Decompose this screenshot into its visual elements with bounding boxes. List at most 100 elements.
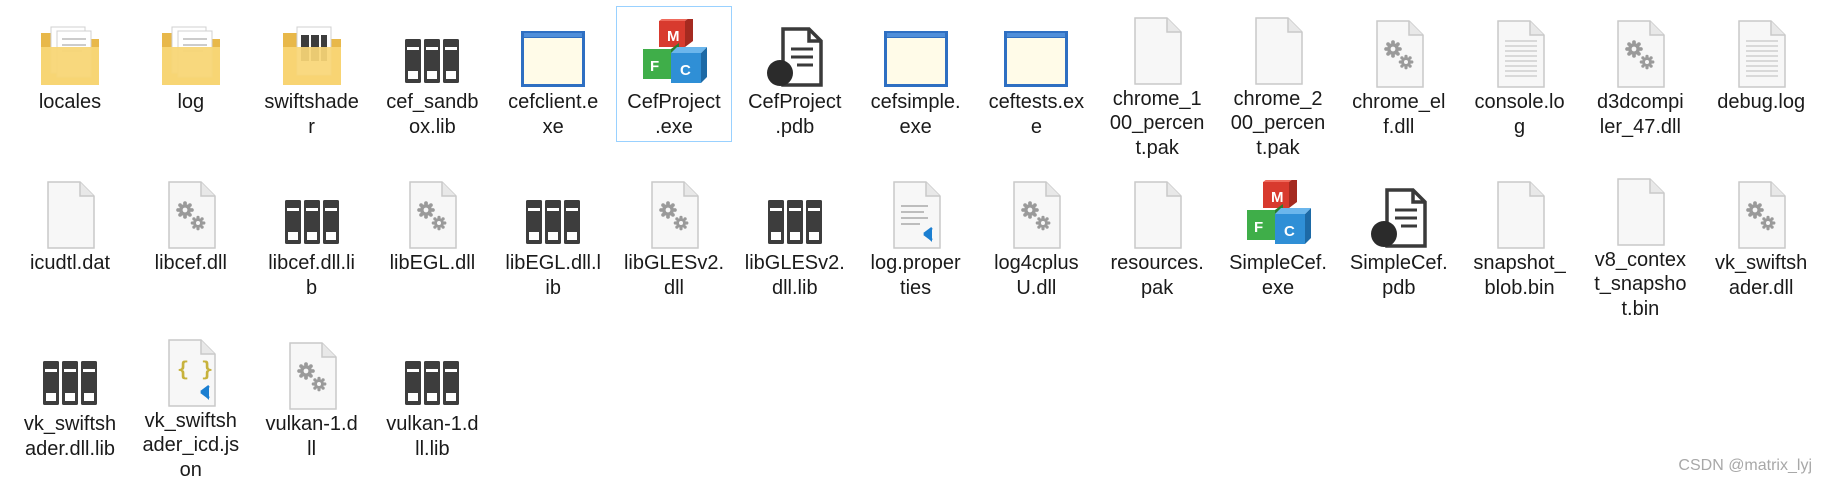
file-item[interactable]: log4cplus U.dll (978, 167, 1094, 322)
file-item[interactable]: swiftshade r (254, 6, 370, 161)
svg-text:C: C (1284, 223, 1295, 240)
file-name: vk_swiftsh ader_icd.js on (142, 409, 240, 481)
file-item[interactable]: vk_swiftsh ader.dll.lib (12, 328, 128, 483)
library-icon (386, 13, 478, 89)
file-item[interactable]: SimpleCef. pdb (1341, 167, 1457, 322)
blank-file-icon (24, 174, 116, 250)
folder-docs-icon (145, 13, 237, 89)
file-name: vulkan-1.d ll.lib (386, 413, 479, 460)
file-name: debug.log (1717, 91, 1806, 113)
file-item[interactable]: CefProject .pdb (737, 6, 853, 161)
file-item[interactable]: MF C CefProject .exe (615, 6, 732, 142)
file-item[interactable]: libcef.dll (133, 167, 249, 322)
library-icon (749, 174, 841, 250)
file-item[interactable]: vk_swiftsh ader.dll (1703, 167, 1819, 322)
blank-file-icon (1111, 13, 1203, 86)
file-item[interactable]: chrome_el f.dll (1341, 6, 1457, 161)
dll-gears-icon (1594, 13, 1686, 89)
file-name: icudtl.dat (29, 252, 111, 274)
file-item[interactable]: snapshot_ blob.bin (1462, 167, 1578, 322)
pdb-icon (1353, 174, 1445, 250)
file-item[interactable]: debug.log (1703, 6, 1819, 161)
pdb-icon (749, 13, 841, 89)
file-item[interactable]: resources. pak (1099, 167, 1215, 322)
blank-file-icon (1111, 174, 1203, 250)
file-item[interactable]: vulkan-1.d ll (254, 328, 370, 483)
file-name: ceftests.ex e (988, 91, 1085, 138)
file-item[interactable]: libGLESv2. dll.lib (737, 167, 853, 322)
file-item[interactable]: cefclient.e xe (495, 6, 611, 161)
file-item[interactable]: cef_sandb ox.lib (374, 6, 490, 161)
blank-file-icon (1594, 174, 1686, 247)
file-name: CefProject .pdb (748, 91, 842, 138)
file-name: log4cplus U.dll (994, 252, 1079, 299)
file-item[interactable]: locales (12, 6, 128, 161)
file-item[interactable]: chrome_2 00_percen t.pak (1220, 6, 1336, 161)
mfc-cubes-icon: MF C (628, 13, 720, 89)
file-name: libcef.dll.li b (268, 252, 355, 299)
window-exe-icon (507, 13, 599, 89)
file-name: cefclient.e xe (508, 91, 599, 138)
file-item[interactable]: console.lo g (1462, 6, 1578, 161)
window-exe-icon (990, 13, 1082, 89)
file-name: resources. pak (1110, 252, 1204, 299)
dll-gears-icon (1353, 13, 1445, 89)
file-name: vk_swiftsh ader.dll.lib (23, 413, 117, 460)
file-item[interactable]: { } vk_swiftsh ader_icd.js on (133, 328, 249, 483)
json-file-icon: { } (145, 335, 237, 408)
svg-text:M: M (1271, 189, 1284, 206)
dll-gears-icon (1715, 174, 1807, 250)
dll-gears-icon (266, 335, 358, 411)
file-item[interactable]: vulkan-1.d ll.lib (374, 328, 490, 483)
folder-library-icon (266, 13, 358, 89)
file-name: snapshot_ blob.bin (1473, 252, 1566, 299)
file-item[interactable]: libcef.dll.li b (254, 167, 370, 322)
file-item[interactable]: chrome_1 00_percen t.pak (1099, 6, 1215, 161)
svg-text:F: F (1254, 219, 1263, 236)
file-name: SimpleCef. exe (1229, 252, 1327, 299)
file-name: log (177, 91, 205, 113)
dll-gears-icon (386, 174, 478, 250)
blank-file-icon (1474, 174, 1566, 250)
file-item[interactable]: MF C SimpleCef. exe (1220, 167, 1336, 322)
mfc-cubes-icon: MF C (1232, 174, 1324, 250)
window-exe-icon (870, 13, 962, 89)
file-item[interactable]: log (133, 6, 249, 161)
library-icon (266, 174, 358, 250)
dll-gears-icon (990, 174, 1082, 250)
file-item[interactable]: ceftests.ex e (978, 6, 1094, 161)
svg-text:C: C (680, 62, 691, 79)
blank-file-icon (1232, 13, 1324, 86)
file-item[interactable]: d3dcompi ler_47.dll (1582, 6, 1698, 161)
dll-gears-icon (628, 174, 720, 250)
file-name: libGLESv2. dll (623, 252, 725, 299)
file-item[interactable]: cefsimple. exe (858, 6, 974, 161)
dll-gears-icon (145, 174, 237, 250)
file-name: console.lo g (1474, 91, 1565, 138)
text-file-icon (1715, 13, 1807, 89)
vscode-file-icon (870, 174, 962, 250)
file-name: chrome_1 00_percen t.pak (1109, 87, 1205, 159)
file-grid: locales log swiftshade r cef_sandb ox.li… (10, 6, 1822, 489)
file-item[interactable]: libEGL.dll.l ib (495, 167, 611, 322)
watermark: CSDN @matrix_lyj (1678, 457, 1812, 474)
library-icon (386, 335, 478, 411)
file-item[interactable]: libGLESv2. dll (616, 167, 732, 322)
svg-text:M: M (667, 28, 680, 45)
file-name: libEGL.dll (389, 252, 476, 274)
file-item[interactable]: icudtl.dat (12, 167, 128, 322)
file-name: d3dcompi ler_47.dll (1597, 91, 1684, 138)
text-file-icon (1474, 13, 1566, 89)
svg-text:{ }: { } (177, 357, 213, 381)
file-item[interactable]: log.proper ties (858, 167, 974, 322)
file-item[interactable]: libEGL.dll (374, 167, 490, 322)
file-name: swiftshade r (264, 91, 359, 138)
file-name: CefProject .exe (627, 91, 721, 138)
file-name: libEGL.dll.l ib (505, 252, 601, 299)
file-name: v8_contex t_snapsho t.bin (1594, 248, 1687, 320)
library-icon (507, 174, 599, 250)
file-explorer-view: locales log swiftshade r cef_sandb ox.li… (0, 0, 1826, 491)
file-item[interactable]: v8_contex t_snapsho t.bin (1582, 167, 1698, 322)
file-name: cef_sandb ox.lib (386, 91, 479, 138)
file-name: libcef.dll (154, 252, 227, 274)
